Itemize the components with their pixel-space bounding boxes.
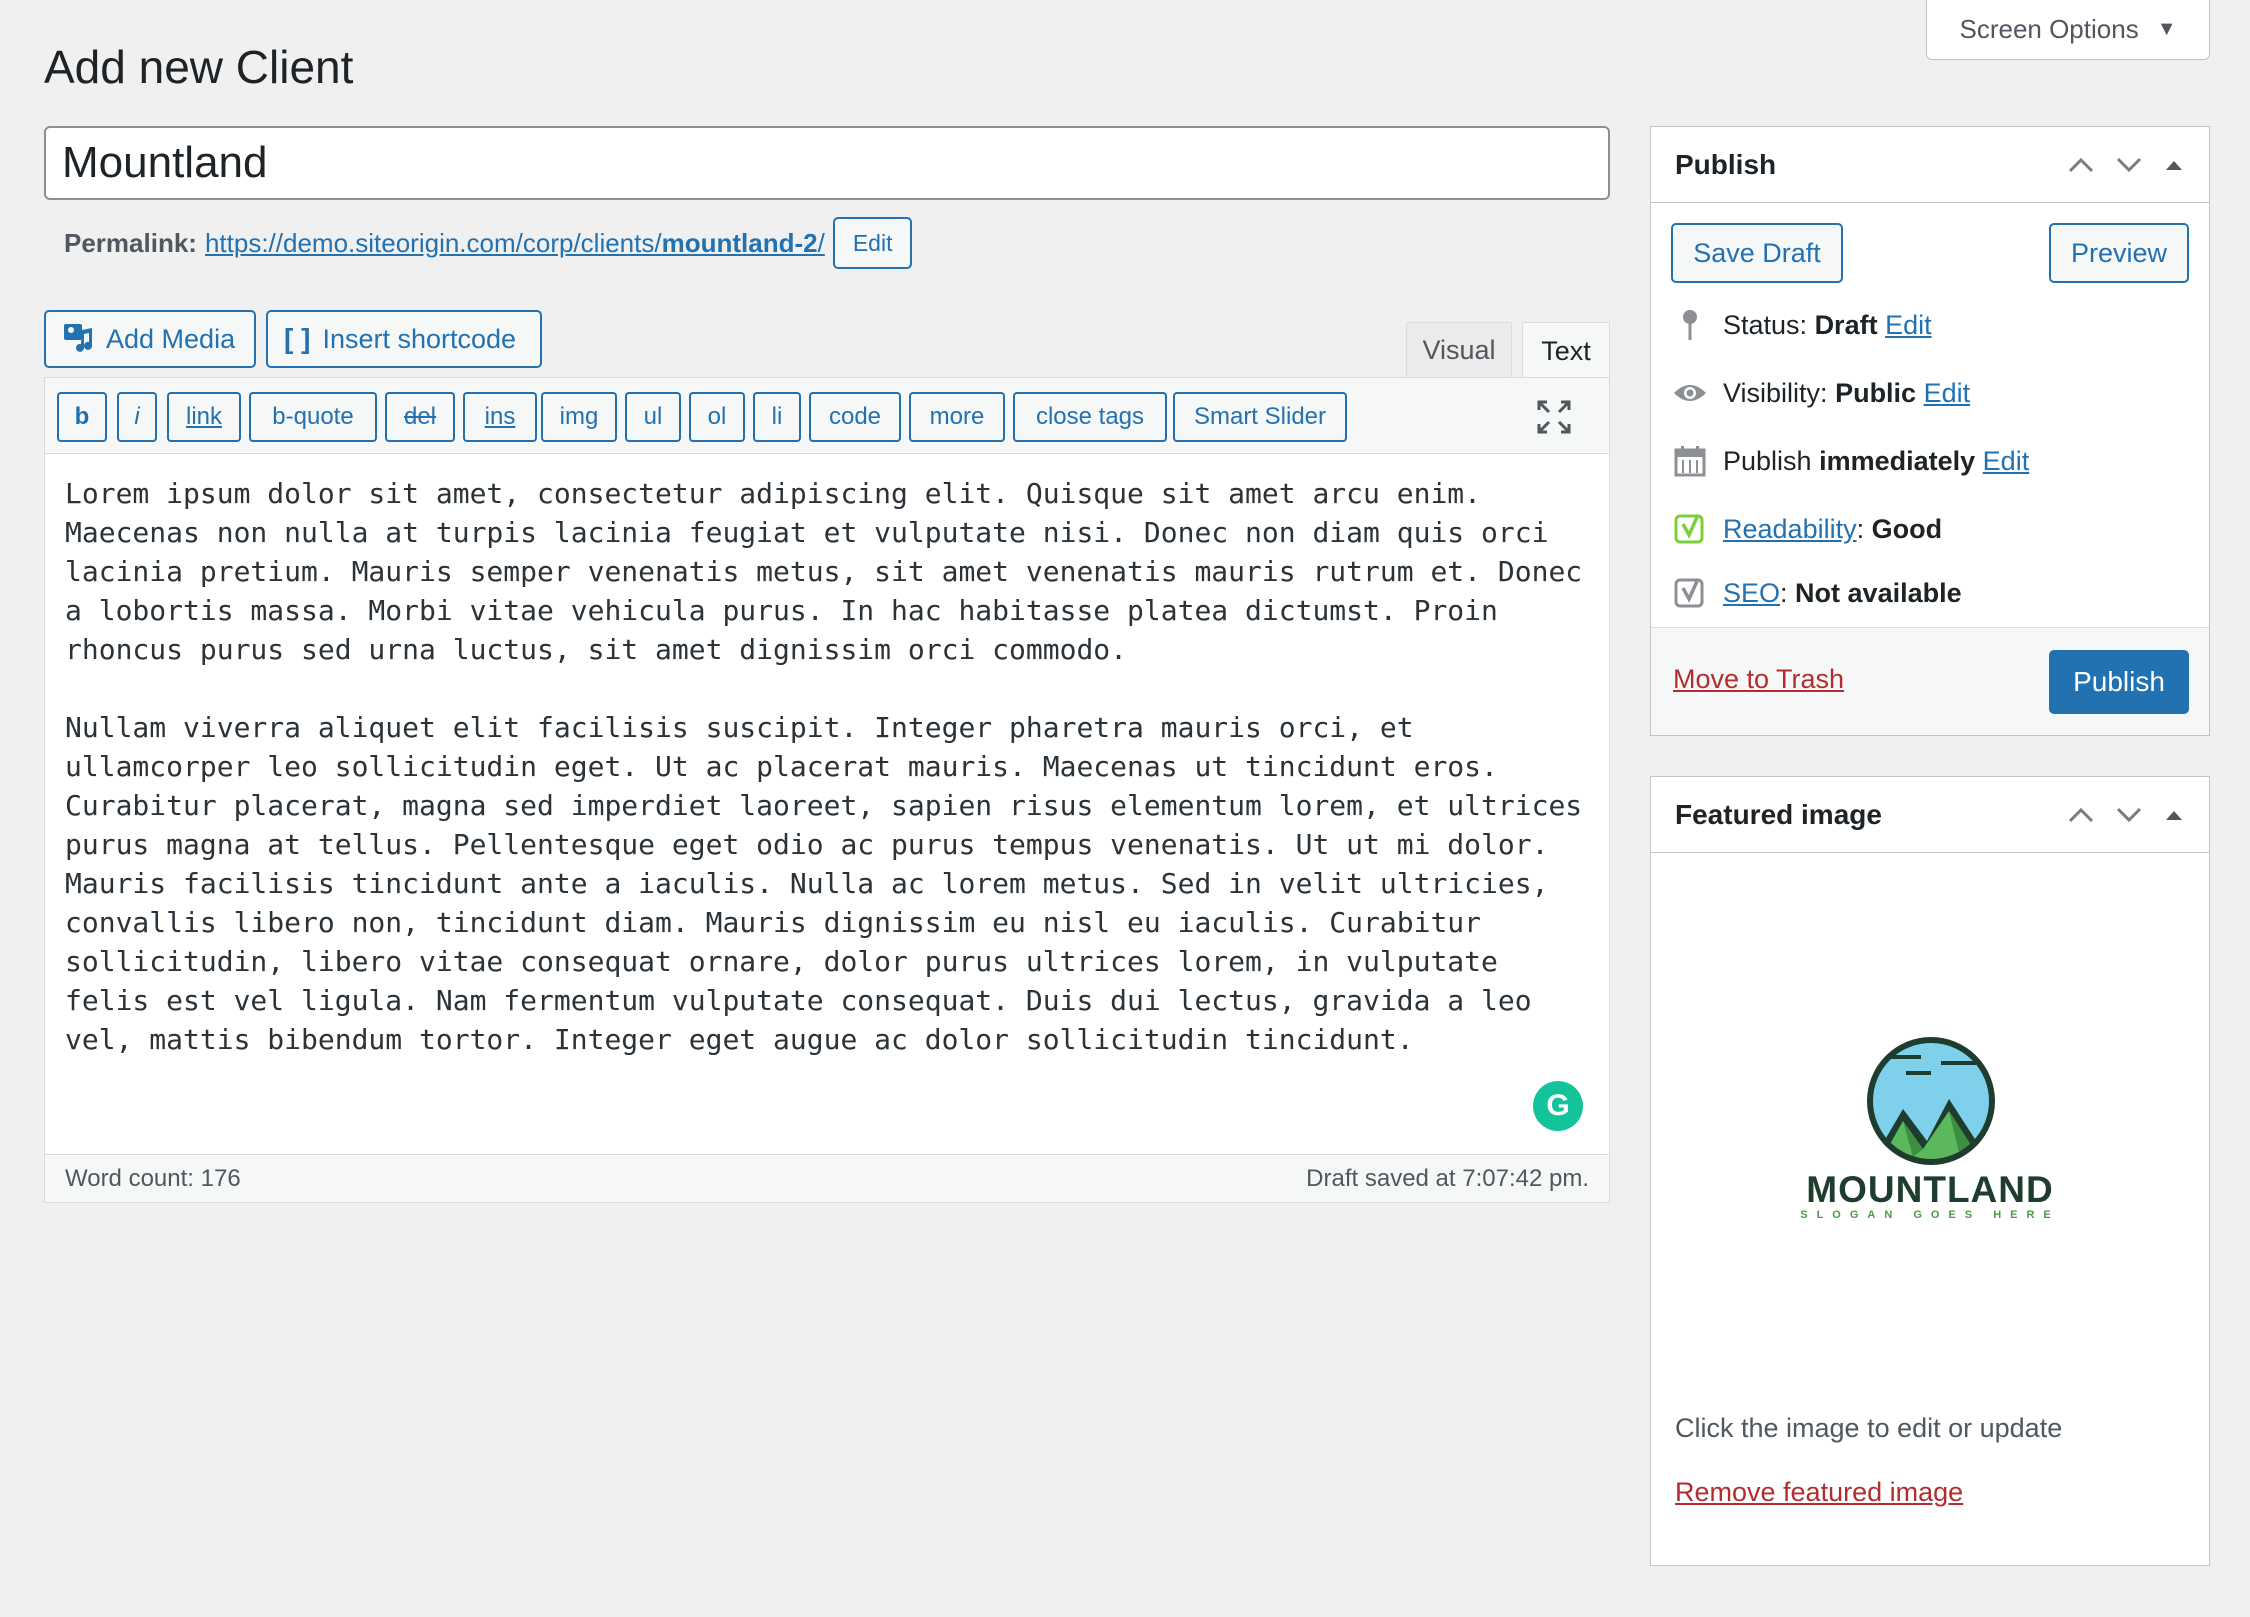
featured-box-handles — [2067, 806, 2185, 824]
schedule-value: immediately — [1819, 445, 1976, 476]
word-count: Word count: 176 — [65, 1164, 241, 1192]
caret-down-icon: ▼ — [2156, 18, 2177, 40]
featured-image-hint: Click the image to edit or update — [1675, 1413, 2063, 1443]
qt-img-button[interactable]: img — [541, 392, 617, 442]
calendar-icon — [1673, 444, 1707, 478]
visibility-value: Public — [1835, 377, 1917, 408]
qt-del-button[interactable]: del — [385, 392, 455, 442]
seo-link[interactable]: SEO — [1723, 578, 1780, 608]
tab-text[interactable]: Text — [1522, 322, 1610, 380]
post-title-input[interactable]: Mountland — [44, 126, 1610, 200]
eye-icon — [1673, 376, 1707, 410]
status-label: Status: — [1723, 309, 1808, 340]
qt-ol-button[interactable]: ol — [689, 392, 745, 442]
logo-wordmark: MOUNTLAND — [1806, 1169, 2054, 1210]
add-media-label: Add Media — [106, 323, 236, 354]
permalink-slug: mountland-2 — [661, 227, 818, 258]
editor-content-textarea[interactable]: Lorem ipsum dolor sit amet, consectetur … — [45, 454, 1609, 1154]
editor-statusbar: Word count: 176 Draft saved at 7:07:42 p… — [45, 1154, 1609, 1202]
media-icon — [62, 320, 94, 359]
visibility-row: Visibility: Public Edit — [1673, 373, 1970, 413]
yoast-icon — [1673, 576, 1707, 610]
chevron-up-icon[interactable] — [2067, 156, 2095, 174]
content-paragraph: Nullam viverra aliquet elit facilisis su… — [65, 711, 1583, 1056]
publish-major-actions: Move to Trash Publish — [1651, 627, 2209, 735]
status-value: Draft — [1814, 309, 1878, 340]
qt-italic-button[interactable]: i — [117, 392, 157, 442]
qt-bold-button[interactable]: b — [57, 392, 107, 442]
permalink: Permalink: https://demo.siteorigin.com/c… — [64, 217, 913, 269]
publish-box-title: Publish — [1675, 148, 1777, 180]
status-row: Status: Draft Edit — [1673, 305, 1932, 345]
readability-row: Readability: Good — [1673, 509, 1942, 549]
visibility-label: Visibility: — [1723, 377, 1828, 408]
permalink-link[interactable]: https://demo.siteorigin.com/corp/clients… — [205, 228, 825, 259]
tab-visual[interactable]: Visual — [1406, 322, 1512, 378]
publish-box-header: Publish — [1651, 127, 2209, 203]
triangle-up-icon[interactable] — [2163, 157, 2185, 173]
seo-value: Not available — [1795, 577, 1962, 608]
status-edit-link[interactable]: Edit — [1885, 310, 1932, 340]
qt-ul-button[interactable]: ul — [625, 392, 681, 442]
featured-image-box: Featured image MOUNTLAND SLOGAN GOES HER… — [1650, 776, 2210, 1566]
seo-row: SEO: Not available — [1673, 573, 1962, 613]
screen-options-label: Screen Options — [1959, 14, 2139, 44]
qt-link-button[interactable]: link — [167, 392, 241, 442]
pin-icon — [1673, 308, 1707, 342]
save-draft-button[interactable]: Save Draft — [1671, 223, 1843, 283]
text-editor: b i link b-quote del ins img ul ol li co… — [44, 377, 1610, 1203]
preview-button[interactable]: Preview — [2049, 223, 2189, 283]
content-paragraph: Lorem ipsum dolor sit amet, consectetur … — [65, 477, 1583, 666]
visibility-edit-link[interactable]: Edit — [1924, 378, 1971, 408]
schedule-edit-link[interactable]: Edit — [1983, 446, 2030, 476]
fullscreen-icon[interactable] — [1537, 400, 1571, 434]
permalink-label: Permalink: — [64, 227, 197, 258]
permalink-edit-button[interactable]: Edit — [832, 217, 913, 269]
qt-code-button[interactable]: code — [809, 392, 901, 442]
qt-ins-button[interactable]: ins — [463, 392, 537, 442]
featured-box-header: Featured image — [1651, 777, 2209, 853]
quicktags-toolbar: b i link b-quote del ins img ul ol li co… — [45, 378, 1609, 454]
qt-bquote-button[interactable]: b-quote — [249, 392, 377, 442]
chevron-down-icon[interactable] — [2115, 806, 2143, 824]
qt-li-button[interactable]: li — [753, 392, 801, 442]
screen-options-button[interactable]: Screen Options ▼ — [1926, 0, 2210, 60]
publish-box: Publish Save Draft Preview Status: Draft… — [1650, 126, 2210, 736]
featured-box-title: Featured image — [1675, 798, 1882, 830]
publish-button[interactable]: Publish — [2049, 650, 2189, 714]
page-title: Add new Client — [44, 41, 354, 93]
schedule-row: Publish immediately Edit — [1673, 441, 2029, 481]
publish-box-handles — [2067, 156, 2185, 174]
insert-shortcode-label: Insert shortcode — [322, 323, 517, 354]
remove-featured-image-link[interactable]: Remove featured image — [1675, 1477, 1963, 1508]
permalink-url-base: https://demo.siteorigin.com/corp/clients… — [204, 227, 662, 258]
chevron-up-icon[interactable] — [2067, 806, 2095, 824]
schedule-label: Publish — [1723, 445, 1812, 476]
readability-value: Good — [1871, 513, 1943, 544]
add-media-button[interactable]: Add Media — [44, 310, 256, 368]
triangle-up-icon[interactable] — [2163, 807, 2185, 823]
move-to-trash-link[interactable]: Move to Trash — [1673, 664, 1844, 695]
insert-shortcode-button[interactable]: [ ] Insert shortcode — [266, 310, 542, 368]
grammarly-icon[interactable]: G — [1533, 1081, 1583, 1131]
yoast-icon — [1673, 512, 1707, 546]
qt-close-tags-button[interactable]: close tags — [1013, 392, 1167, 442]
qt-smart-slider-button[interactable]: Smart Slider — [1173, 392, 1347, 442]
logo-slogan: SLOGAN GOES HERE — [1800, 1209, 2060, 1221]
chevron-down-icon[interactable] — [2115, 156, 2143, 174]
qt-more-button[interactable]: more — [909, 392, 1005, 442]
shortcode-bracket-icon: [ ] — [284, 323, 311, 354]
readability-link[interactable]: Readability — [1723, 514, 1857, 544]
draft-saved-status: Draft saved at 7:07:42 pm. — [1306, 1164, 1589, 1192]
permalink-url-end: / — [817, 227, 825, 258]
